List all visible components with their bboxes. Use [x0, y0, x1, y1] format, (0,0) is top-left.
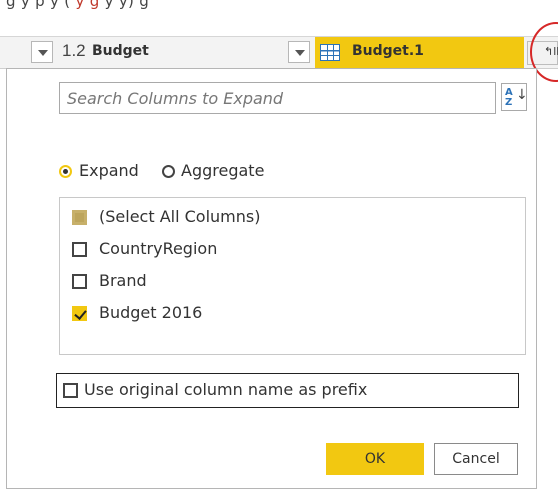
ok-button[interactable]: OK	[326, 443, 424, 475]
formula-strip: g y p y ( y g y y) g	[0, 0, 558, 28]
prefix-label: Use original column name as prefix	[84, 380, 368, 399]
column-filter-dropdown-budget-1[interactable]	[288, 41, 310, 63]
radio-label-aggregate: Aggregate	[181, 161, 265, 180]
column-type-label[interactable]: 1.2	[62, 41, 86, 61]
list-item-label: CountryRegion	[99, 239, 218, 258]
search-placeholder: Search Columns to Expand	[67, 89, 284, 108]
prefix-checkbox[interactable]	[63, 383, 78, 398]
column-filter-dropdown-budget[interactable]	[31, 41, 53, 63]
column-checkbox-list: (Select All Columns) CountryRegion Brand…	[59, 197, 526, 355]
table-icon	[320, 44, 340, 61]
radio-button-selected[interactable]	[59, 165, 72, 178]
column-header-budget-1-label: Budget.1	[352, 43, 424, 59]
checkbox-checked[interactable]	[72, 306, 87, 321]
list-item-label: Budget 2016	[99, 303, 203, 322]
expand-columns-popup: Search Columns to Expand AZ ↓ Expand Agg…	[6, 68, 537, 489]
column-header-budget-1-selected[interactable]: Budget.1	[315, 37, 524, 69]
sort-az-button[interactable]: AZ ↓	[501, 83, 528, 111]
formula-text: g y p y ( y g y y) g	[6, 0, 150, 10]
checkbox-unchecked[interactable]	[72, 274, 87, 289]
cancel-button[interactable]: Cancel	[434, 443, 518, 475]
search-columns-input[interactable]: Search Columns to Expand	[59, 82, 496, 114]
checkbox-unchecked[interactable]	[72, 242, 87, 257]
list-item-label: (Select All Columns)	[99, 207, 261, 226]
radio-label-expand: Expand	[79, 161, 139, 180]
use-prefix-option[interactable]: Use original column name as prefix	[56, 373, 519, 408]
radio-button-unselected[interactable]	[162, 165, 175, 178]
checkbox-partial[interactable]	[72, 210, 87, 225]
column-header-budget[interactable]: Budget	[92, 43, 149, 59]
column-header-bar: 1.2 Budget Budget.1 ↰ll	[0, 36, 558, 69]
list-item-label: Brand	[99, 271, 147, 290]
sort-arrow-icon: ↓	[516, 87, 528, 103]
sort-az-icon: AZ	[505, 87, 513, 108]
